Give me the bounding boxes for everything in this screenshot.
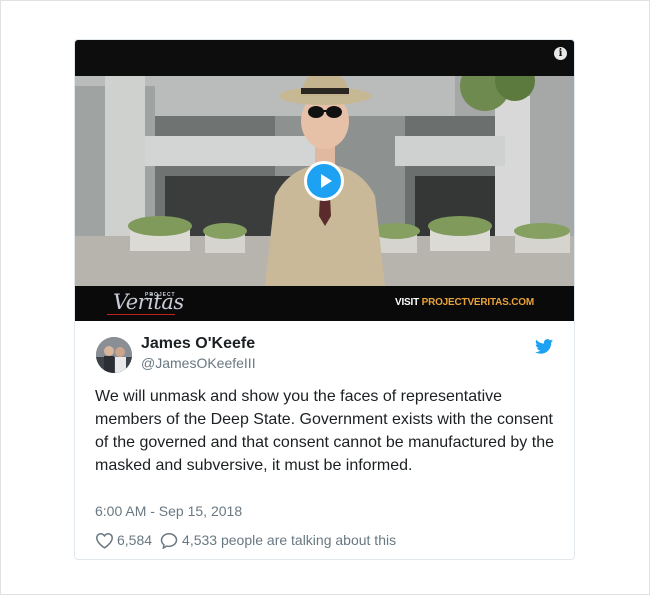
video-player[interactable]: i PROJECT Veritas VISIT PROJECTVERITAS.C… [75,40,574,321]
tweet-embed-card: i PROJECT Veritas VISIT PROJECTVERITAS.C… [74,39,575,560]
veritas-logo: Veritas [113,290,184,314]
avatar-image [96,337,132,373]
avatar[interactable] [96,337,132,373]
talking-action[interactable]: 4,533 people are talking about this [160,532,396,549]
visit-site: PROJECTVERITAS.COM [421,297,535,308]
info-icon[interactable]: i [554,47,567,60]
play-icon[interactable] [304,161,344,201]
visit-caption: VISIT PROJECTVERITAS.COM [395,297,534,308]
talking-text: 4,533 people are talking about this [182,532,397,548]
play-triangle [321,174,332,188]
twitter-bird-icon[interactable] [535,339,553,354]
tweet-body: James O'Keefe @JamesOKeefeIII We will un… [75,321,574,559]
comment-icon [160,532,178,549]
visit-prefix: VISIT [395,297,420,308]
like-action[interactable]: 6,584 [95,532,152,549]
tweet-timestamp[interactable]: 6:00 AM - Sep 15, 2018 [95,503,242,519]
like-count: 6,584 [117,532,153,548]
author-name[interactable]: James O'Keefe [141,335,255,353]
tweet-text: We will unmask and show you the faces of… [95,388,554,474]
logo-underline [107,314,175,315]
tweet-actions: 6,584 4,533 people are talking about thi… [95,531,396,549]
heart-icon [95,532,114,549]
author-handle[interactable]: @JamesOKeefeIII [141,355,256,371]
